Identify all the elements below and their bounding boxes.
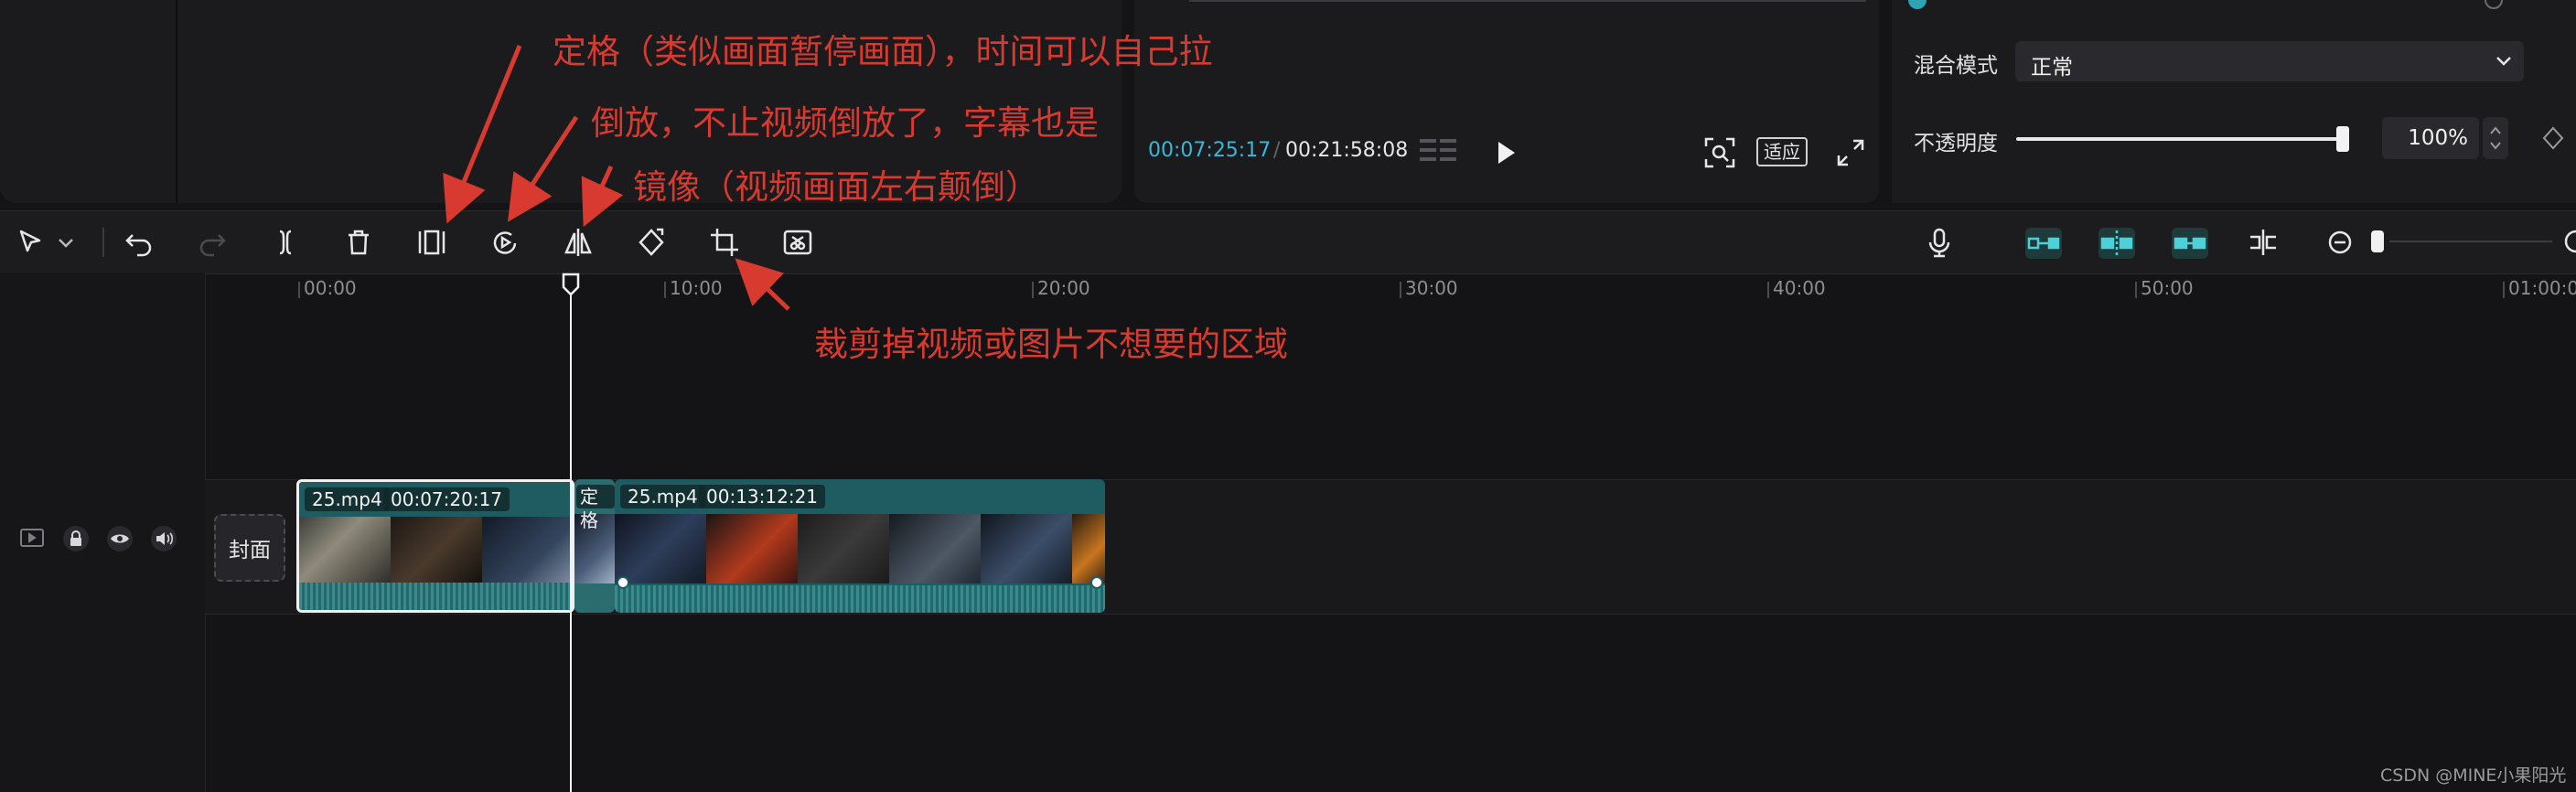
- player-panel: [1134, 0, 1879, 203]
- eye-icon[interactable]: [106, 525, 134, 552]
- annotation-crop: 裁剪掉视频或图片不想要的区域: [814, 325, 1288, 364]
- reverse-icon[interactable]: [487, 224, 523, 261]
- keyframe-icon[interactable]: [2539, 124, 2567, 152]
- opacity-slider-knob[interactable]: [2336, 126, 2349, 152]
- opacity-label: 不透明度: [1914, 132, 1998, 155]
- screenshot-icon[interactable]: [1703, 136, 1736, 169]
- ruler-tick: [298, 282, 300, 298]
- playhead[interactable]: [570, 285, 572, 792]
- zoom-in-icon[interactable]: [2558, 229, 2576, 254]
- playhead-handle[interactable]: [562, 273, 580, 296]
- keyframe-dot[interactable]: [1089, 574, 1105, 591]
- current-timecode: 00:07:25:17: [1148, 139, 1272, 162]
- ai-cutout-icon[interactable]: [779, 224, 816, 261]
- annotation-reverse: 倒放，不止视频倒放了，字幕也是: [591, 103, 1099, 143]
- ruler-label: 20:00: [1037, 277, 1090, 299]
- keyframe-dot[interactable]: [615, 574, 631, 591]
- play-icon[interactable]: [1493, 139, 1519, 166]
- zoom-slider-track[interactable]: [2389, 241, 2552, 242]
- ruler-label: 30:00: [1405, 277, 1458, 299]
- ruler-tick: [1400, 282, 1401, 298]
- total-timecode: 00:21:58:08: [1285, 139, 1409, 162]
- ruler-label: 10:00: [670, 277, 723, 299]
- opacity-slider-track[interactable]: [2016, 137, 2345, 141]
- ruler-tick: [1767, 282, 1769, 298]
- select-icon[interactable]: [13, 224, 49, 261]
- fit-button[interactable]: 适应: [1756, 137, 1808, 166]
- video-track-icon: [20, 529, 44, 547]
- annotation-freeze: 定格（类似画面暂停画面），时间可以自己拉: [553, 32, 1213, 71]
- freeze-frame-icon[interactable]: [413, 224, 450, 261]
- chevron-down-icon[interactable]: [55, 224, 77, 261]
- audio-waveform: [615, 585, 1105, 613]
- ruler-label: 00:00: [304, 277, 357, 299]
- panel-divider: [176, 0, 177, 203]
- chevron-down-icon: [2496, 57, 2511, 66]
- properties-panel: [1892, 0, 2576, 203]
- split-icon[interactable]: [267, 224, 304, 261]
- clip-thumbnails: [299, 517, 572, 586]
- ruler-label: 50:00: [2141, 277, 2194, 299]
- mic-icon[interactable]: [1921, 224, 1958, 261]
- watermark: CSDN @MINE小果阳光: [2380, 765, 2567, 786]
- video-clip[interactable]: 25.mp4 00:13:12:21: [615, 479, 1105, 613]
- rotate-icon[interactable]: [633, 224, 670, 261]
- preview-axis-icon[interactable]: [2245, 224, 2281, 261]
- ruler-tick: [2135, 282, 2137, 298]
- time-ruler[interactable]: [205, 273, 2576, 305]
- zoom-out-icon[interactable]: [2322, 224, 2358, 261]
- checkbox-icon[interactable]: [1905, 0, 1932, 11]
- storyboard-icon[interactable]: [1418, 135, 1460, 168]
- ruler-label: 01:00:00: [2508, 277, 2576, 299]
- clip-name: 定格: [576, 485, 615, 531]
- clip-duration: 00:13:12:21: [699, 485, 826, 508]
- lock-icon[interactable]: [62, 525, 90, 552]
- reset-icon[interactable]: [2481, 0, 2508, 11]
- timecode-separator: /: [1273, 139, 1281, 162]
- fullscreen-icon[interactable]: [1835, 137, 1866, 168]
- ruler-tick: [2503, 282, 2505, 298]
- freeze-frame-clip[interactable]: 定格: [574, 479, 615, 613]
- fit-label: 适应: [1764, 141, 1800, 163]
- clip-name: 25.mp4: [620, 485, 705, 508]
- redo-icon[interactable]: [194, 224, 231, 261]
- annotation-mirror: 镜像（视频画面左右颠倒）: [633, 167, 1039, 207]
- zoom-slider-knob[interactable]: [2371, 230, 2384, 252]
- clip-thumbnails: [615, 514, 1105, 583]
- toolbar-divider: [102, 228, 104, 257]
- main-track-magnet-icon[interactable]: [2025, 228, 2062, 259]
- edit-toolbar: [0, 210, 2576, 274]
- player-preview: [1189, 0, 1866, 2]
- blend-mode-select[interactable]: [2015, 41, 2524, 81]
- video-clip[interactable]: 25.mp4 00:07:20:17: [296, 479, 574, 613]
- auto-snap-icon[interactable]: [2098, 228, 2135, 259]
- opacity-value: 100%: [2408, 126, 2468, 150]
- clip-duration: 00:07:20:17: [383, 487, 510, 511]
- opacity-stepper[interactable]: [2483, 117, 2508, 159]
- mirror-icon[interactable]: [560, 224, 596, 261]
- ruler-tick: [1032, 282, 1034, 298]
- ruler-label: 40:00: [1773, 277, 1826, 299]
- blend-mode-label: 混合模式: [1914, 54, 1998, 78]
- crop-icon[interactable]: [706, 224, 743, 261]
- volume-icon[interactable]: [150, 525, 177, 552]
- audio-waveform: [299, 583, 572, 610]
- delete-icon[interactable]: [340, 224, 377, 261]
- cover-label: 封面: [229, 539, 271, 562]
- clip-name: 25.mp4: [305, 487, 390, 511]
- linkage-icon[interactable]: [2172, 228, 2208, 259]
- blend-mode-value: 正常: [2031, 56, 2073, 80]
- ruler-tick: [664, 282, 666, 298]
- undo-icon[interactable]: [121, 224, 157, 261]
